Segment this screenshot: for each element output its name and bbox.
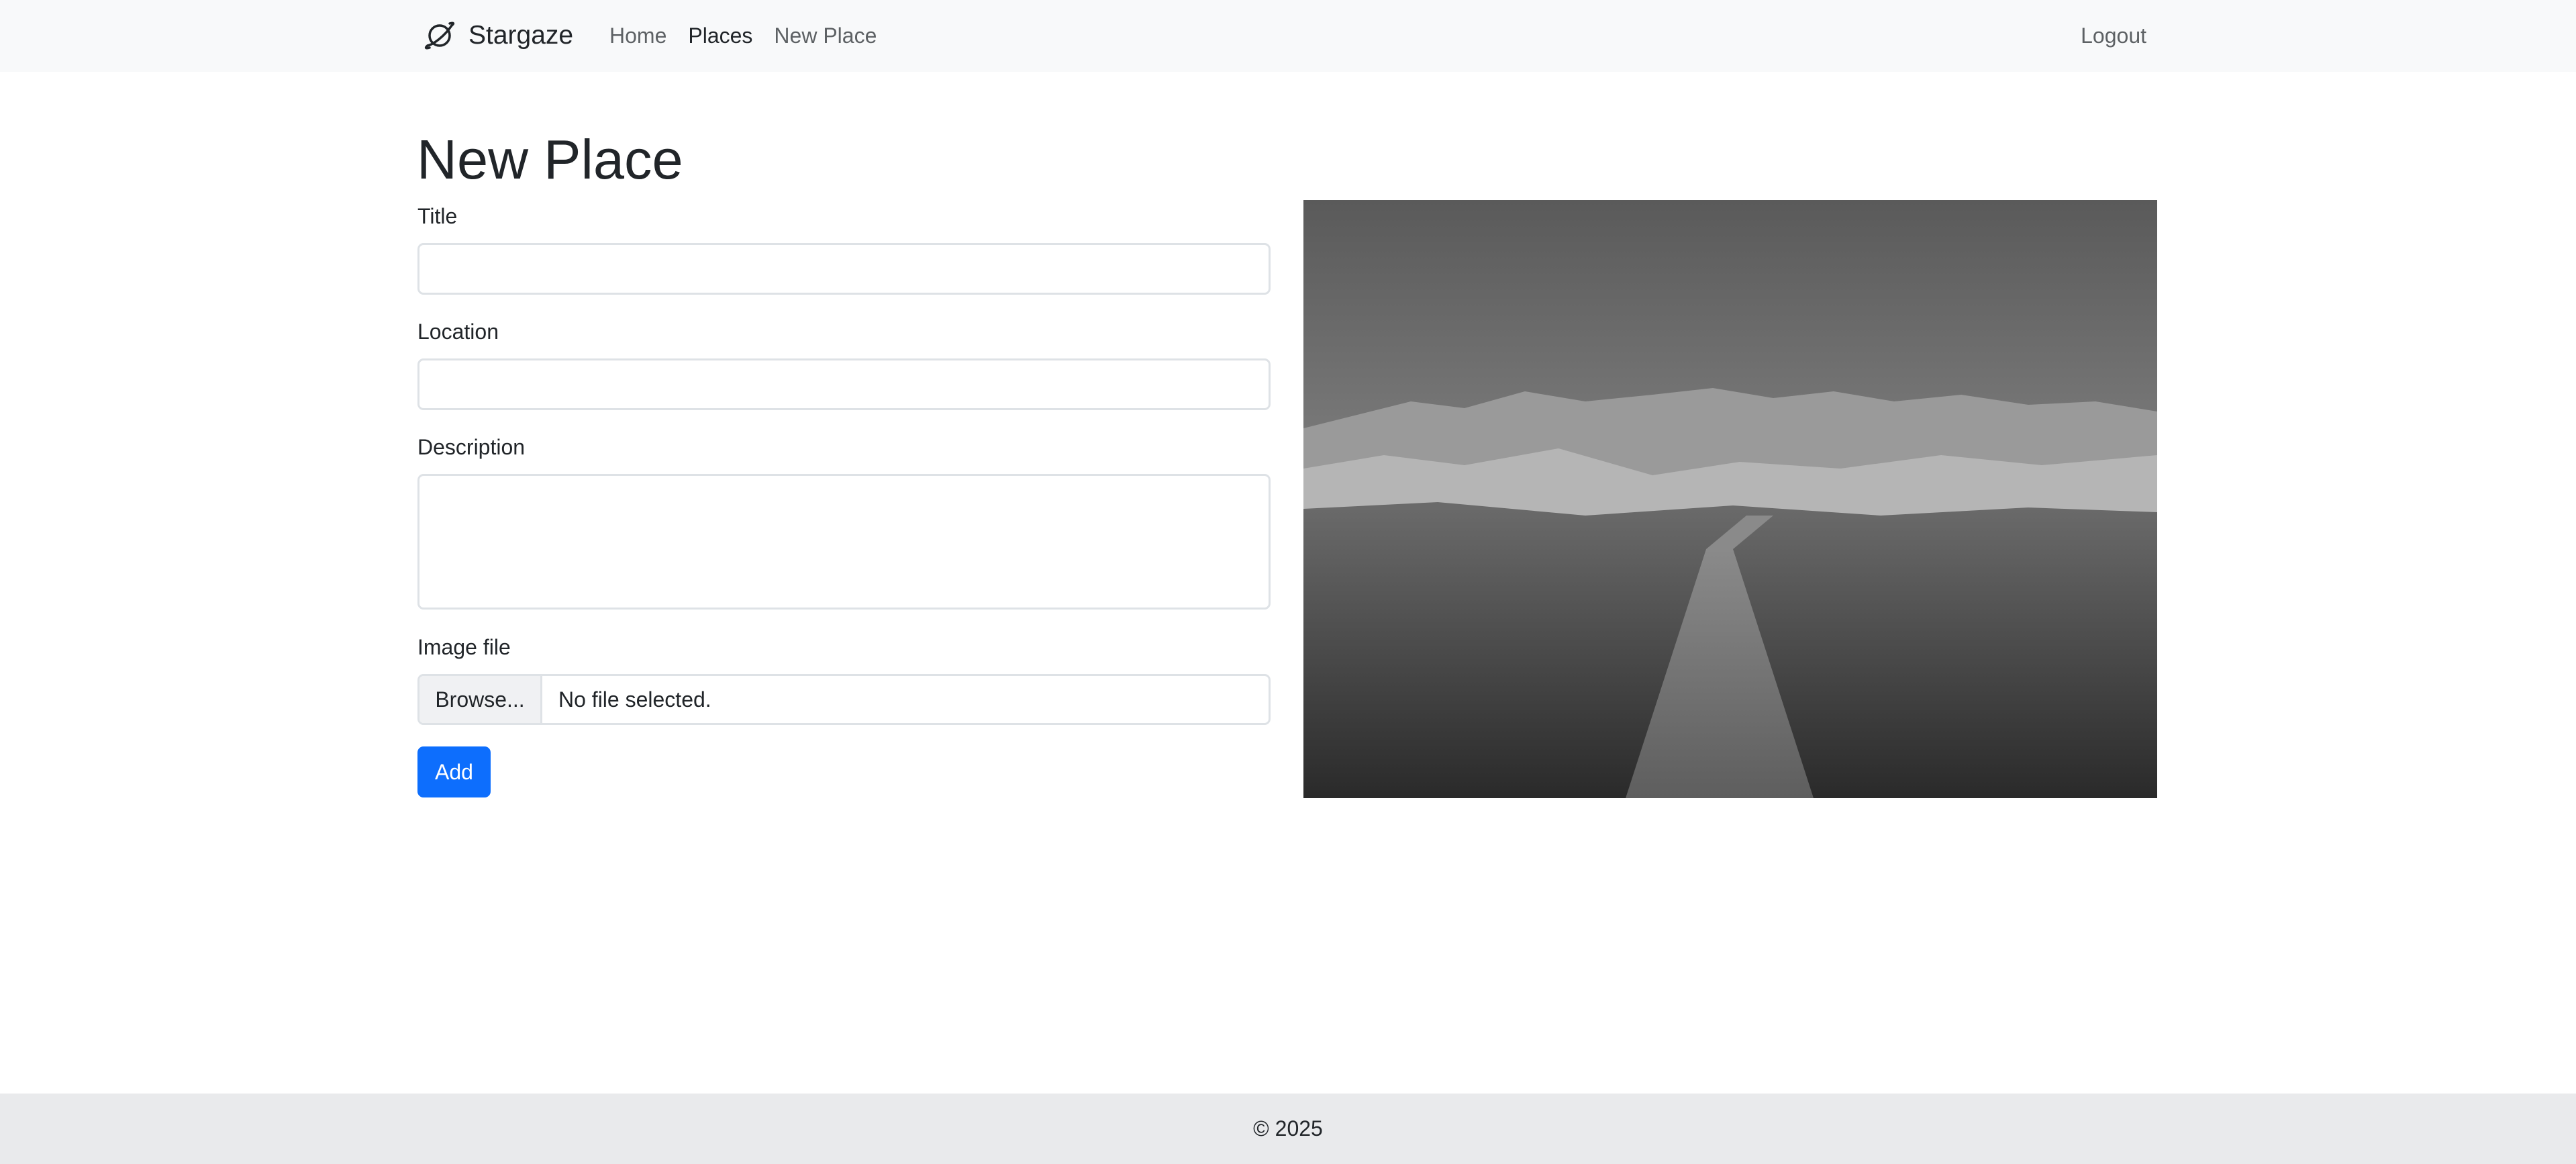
logout-link[interactable]: Logout bbox=[2081, 18, 2146, 53]
brand-name: Stargaze bbox=[468, 21, 574, 50]
footer: © 2025 bbox=[0, 1094, 2576, 1164]
file-status: No file selected. bbox=[558, 687, 711, 712]
nav-link-new-place[interactable]: New Place bbox=[774, 23, 877, 48]
image-file-label: Image file bbox=[417, 635, 511, 659]
location-label: Location bbox=[417, 320, 499, 344]
navbar: Stargaze Home Places New Place Logout bbox=[0, 0, 2576, 72]
nav-links: Home Places New Place bbox=[609, 18, 877, 53]
planet-icon bbox=[424, 20, 455, 51]
add-button[interactable]: Add bbox=[417, 746, 491, 797]
title-input[interactable] bbox=[417, 243, 1271, 295]
footer-copyright: © 2025 bbox=[1253, 1116, 1323, 1141]
description-textarea[interactable] bbox=[417, 474, 1271, 610]
nav-link-places[interactable]: Places bbox=[688, 23, 752, 48]
image-file-input[interactable]: Browse... No file selected. bbox=[417, 674, 1271, 725]
location-input[interactable] bbox=[417, 358, 1271, 410]
title-label: Title bbox=[417, 204, 458, 228]
brand-link[interactable]: Stargaze bbox=[424, 18, 573, 53]
nav-link-home[interactable]: Home bbox=[609, 23, 666, 48]
browse-button[interactable]: Browse... bbox=[419, 676, 542, 723]
page-title: New Place bbox=[417, 128, 683, 191]
image-preview bbox=[1303, 200, 2157, 798]
description-label: Description bbox=[417, 435, 526, 459]
